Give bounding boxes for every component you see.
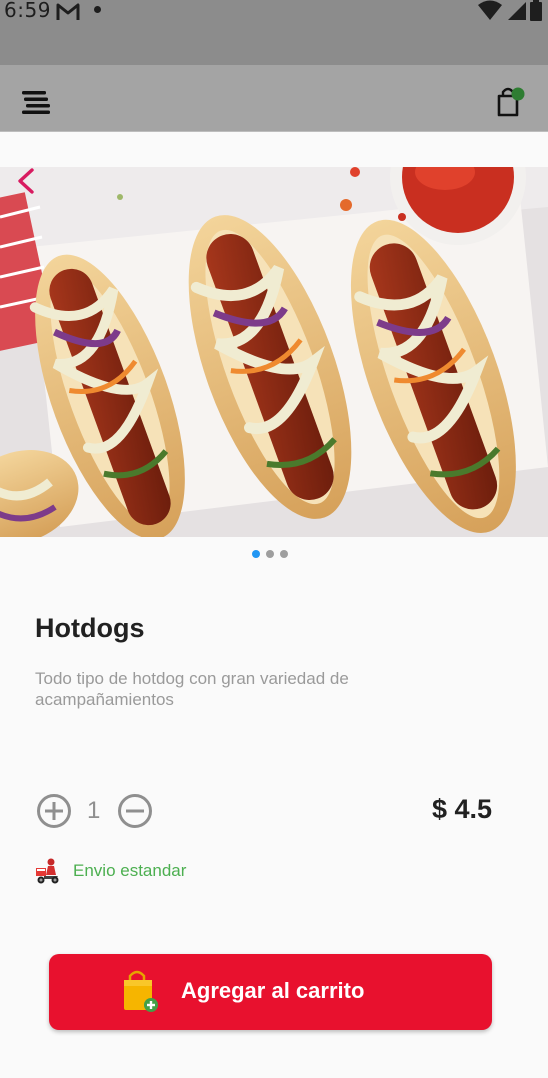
spacer <box>0 132 548 167</box>
shopping-bag-add-icon <box>124 970 158 1012</box>
back-arrow-icon[interactable] <box>12 166 42 196</box>
carousel-indicator <box>252 550 288 558</box>
signal-icon <box>508 2 526 20</box>
battery-icon <box>530 0 542 21</box>
carousel-dot-1[interactable] <box>252 550 260 558</box>
gmail-icon <box>56 3 80 20</box>
menu-icon[interactable] <box>20 89 52 115</box>
add-to-cart-label: Agregar al carrito <box>181 978 365 1003</box>
delivery-scooter-icon <box>36 858 59 884</box>
remove-circle-icon[interactable] <box>117 793 153 829</box>
wifi-icon <box>478 0 502 20</box>
shopping-bag-icon[interactable] <box>495 85 529 119</box>
shipping-label: Envio estandar <box>73 861 187 880</box>
status-icons <box>478 0 542 22</box>
product-title: Hotdogs <box>35 613 145 643</box>
notification-dot-icon <box>94 6 101 13</box>
status-bar: 6:59 <box>0 0 548 65</box>
add-to-cart-button[interactable]: Agregar al carrito <box>49 954 492 1030</box>
status-time: 6:59 <box>4 0 51 22</box>
add-circle-icon[interactable] <box>36 793 72 829</box>
quantity-value: 1 <box>87 797 101 824</box>
carousel-dot-2[interactable] <box>266 550 274 558</box>
product-description: Todo tipo de hotdog con gran variedad de… <box>35 669 349 709</box>
hotdog-photo <box>0 167 548 537</box>
product-price: $ 4.5 <box>431 794 492 824</box>
product-image[interactable] <box>0 167 548 537</box>
app-bar <box>0 65 548 132</box>
cart-badge <box>511 87 525 101</box>
carousel-dot-3[interactable] <box>280 550 288 558</box>
